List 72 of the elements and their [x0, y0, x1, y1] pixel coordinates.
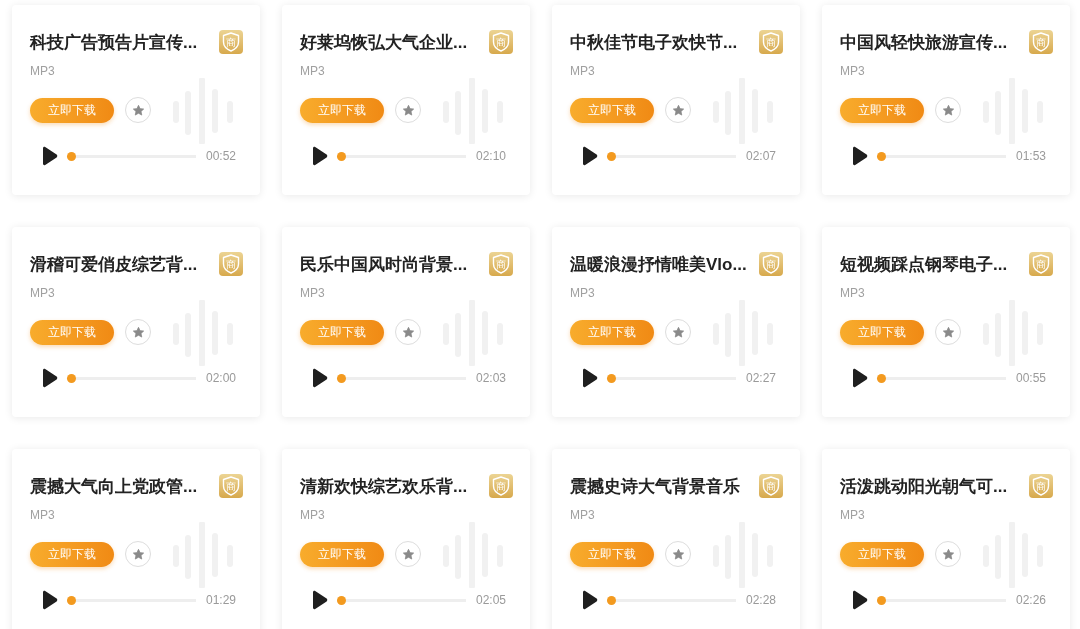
- badge-text: 商: [496, 481, 506, 492]
- badge-text: 商: [1036, 481, 1046, 492]
- duration-text: 01:53: [1016, 148, 1047, 164]
- play-icon[interactable]: [311, 146, 328, 166]
- play-icon[interactable]: [581, 146, 598, 166]
- badge-text: 商: [766, 259, 776, 270]
- format-label: MP3: [570, 63, 595, 79]
- badge-text: 商: [766, 37, 776, 48]
- progress-thumb[interactable]: [337, 595, 346, 605]
- format-label: MP3: [570, 285, 595, 301]
- track-title[interactable]: 中国风轻快旅游宣传...: [840, 31, 1008, 55]
- progress-thumb[interactable]: [337, 151, 346, 161]
- duration-text: 02:00: [206, 370, 237, 386]
- progress-thumb[interactable]: [607, 373, 616, 383]
- duration-text: 02:10: [476, 148, 507, 164]
- format-label: MP3: [840, 63, 865, 79]
- format-label: MP3: [840, 285, 865, 301]
- badge-text: 商: [496, 37, 506, 48]
- track-title[interactable]: 活泼跳动阳光朝气可...: [840, 475, 1008, 499]
- format-label: MP3: [30, 63, 55, 79]
- play-icon[interactable]: [311, 590, 328, 610]
- progress-thumb[interactable]: [67, 151, 76, 161]
- format-label: MP3: [840, 507, 865, 523]
- duration-text: 02:07: [746, 148, 777, 164]
- progress-thumb[interactable]: [67, 595, 76, 605]
- badge-text: 商: [226, 481, 236, 492]
- play-icon[interactable]: [41, 368, 58, 388]
- progress-thumb[interactable]: [337, 373, 346, 383]
- duration-text: 02:03: [476, 370, 507, 386]
- duration-text: 02:26: [1016, 592, 1047, 608]
- badge-text: 商: [226, 259, 236, 270]
- progress-thumb[interactable]: [67, 373, 76, 383]
- badge-text: 商: [1036, 37, 1046, 48]
- progress-thumb[interactable]: [607, 151, 616, 161]
- progress-thumb[interactable]: [877, 373, 886, 383]
- format-label: MP3: [300, 507, 325, 523]
- duration-text: 00:52: [206, 148, 237, 164]
- play-icon[interactable]: [41, 146, 58, 166]
- duration-text: 01:29: [206, 592, 237, 608]
- duration-text: 00:55: [1016, 370, 1047, 386]
- format-label: MP3: [300, 285, 325, 301]
- play-icon[interactable]: [851, 146, 868, 166]
- play-icon[interactable]: [41, 590, 58, 610]
- track-title[interactable]: 好莱坞恢弘大气企业...: [300, 31, 468, 55]
- badge-text: 商: [1036, 259, 1046, 270]
- format-label: MP3: [570, 507, 595, 523]
- play-icon[interactable]: [851, 368, 868, 388]
- badge-text: 商: [496, 259, 506, 270]
- format-label: MP3: [300, 63, 325, 79]
- play-icon[interactable]: [851, 590, 868, 610]
- duration-text: 02:05: [476, 592, 507, 608]
- track-title[interactable]: 震撼史诗大气背景音乐: [570, 475, 740, 499]
- format-label: MP3: [30, 285, 55, 301]
- track-title[interactable]: 民乐中国风时尚背景...: [300, 253, 468, 277]
- duration-text: 02:28: [746, 592, 777, 608]
- duration-text: 02:27: [746, 370, 777, 386]
- track-title[interactable]: 短视频踩点钢琴电子...: [840, 253, 1008, 277]
- track-title[interactable]: 温暖浪漫抒情唯美Vlo...: [570, 253, 747, 277]
- track-title[interactable]: 滑稽可爱俏皮综艺背...: [30, 253, 198, 277]
- play-icon[interactable]: [311, 368, 328, 388]
- badge-text: 商: [226, 37, 236, 48]
- badge-text: 商: [766, 481, 776, 492]
- progress-thumb[interactable]: [877, 151, 886, 161]
- progress-thumb[interactable]: [877, 595, 886, 605]
- track-title[interactable]: 震撼大气向上党政管...: [30, 475, 198, 499]
- play-icon[interactable]: [581, 590, 598, 610]
- track-title[interactable]: 科技广告预告片宣传...: [30, 31, 198, 55]
- play-icon[interactable]: [581, 368, 598, 388]
- progress-thumb[interactable]: [607, 595, 616, 605]
- format-label: MP3: [30, 507, 55, 523]
- track-title[interactable]: 清新欢快综艺欢乐背...: [300, 475, 468, 499]
- track-title[interactable]: 中秋佳节电子欢快节...: [570, 31, 738, 55]
